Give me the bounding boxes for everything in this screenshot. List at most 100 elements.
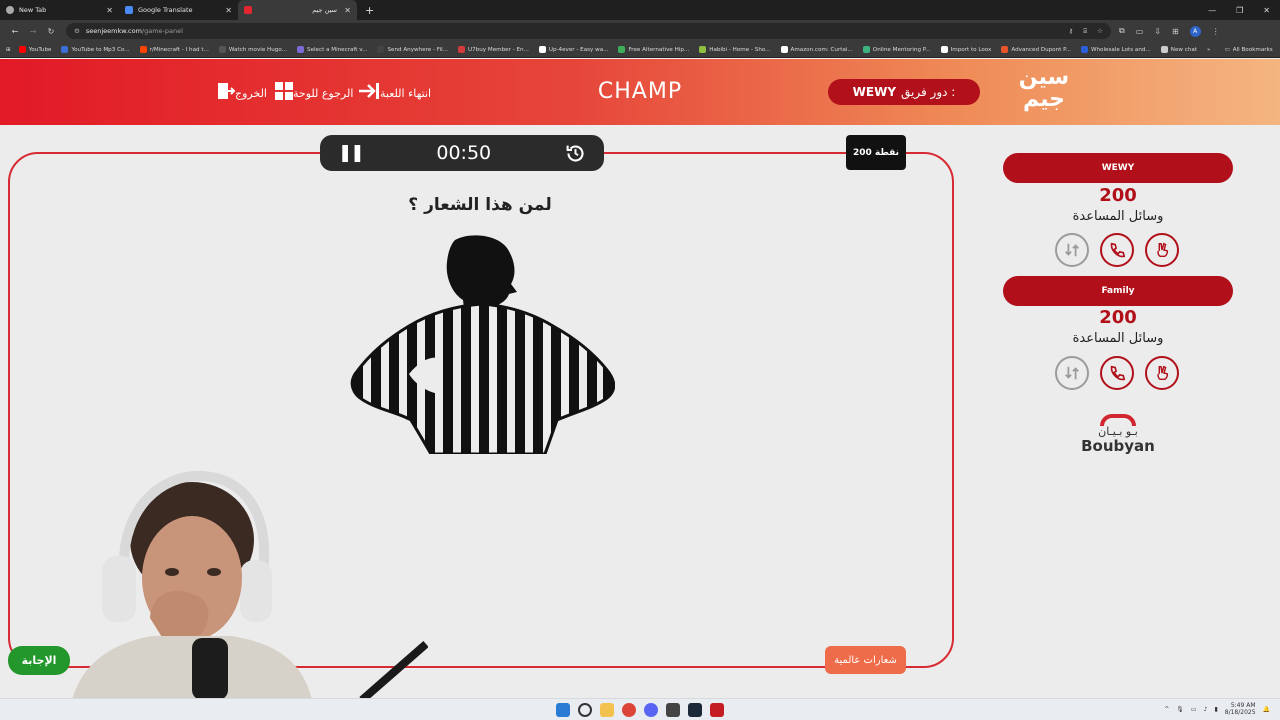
forward-icon[interactable]: → — [24, 27, 42, 36]
pause-icon[interactable]: ❚❚ — [338, 143, 364, 163]
url-path: /game-panel — [141, 27, 183, 35]
bookmark-item[interactable]: r/Minecraft - I had t... — [139, 46, 209, 53]
double-points-hand-icon[interactable] — [1145, 233, 1179, 267]
category-badge: شعارات عالمية — [825, 646, 906, 674]
tab-close-icon[interactable]: ✕ — [106, 6, 113, 15]
bookmark-item[interactable]: Up-4ever - Easy wa... — [538, 46, 609, 53]
search-icon[interactable] — [578, 703, 592, 717]
battery-icon[interactable]: ▮ — [1214, 706, 1217, 713]
swap-turn-icon[interactable] — [1055, 356, 1089, 390]
steam-icon[interactable] — [688, 703, 702, 717]
tab-close-icon[interactable]: ✕ — [225, 6, 232, 15]
browser-tab-active[interactable]: سين جيم ✕ — [238, 0, 357, 20]
windows-start-icon[interactable] — [556, 703, 570, 717]
minimize-icon[interactable]: — — [1208, 6, 1216, 15]
help-tools-label: وسائل المساعدة — [1072, 331, 1164, 346]
microphone-icon[interactable]: 🎙 — [1176, 706, 1184, 713]
bookmark-item[interactable]: Watch movie Hugo... — [218, 46, 287, 53]
downloads-icon[interactable]: ⇩ — [1154, 27, 1161, 36]
more-bookmarks-icon[interactable]: » — [1207, 47, 1210, 53]
help-tools-label: وسائل المساعدة — [1072, 209, 1164, 224]
system-tray: ^ 🎙 ▭ ♪ ▮ 5:49 AM 8/18/2025 🔔 — [1164, 702, 1270, 716]
call-friend-icon[interactable] — [1100, 233, 1134, 267]
volume-icon[interactable]: ♪ — [1204, 706, 1208, 713]
discord-icon[interactable] — [644, 703, 658, 717]
chrome-icon — [6, 6, 14, 14]
all-bookmarks[interactable]: ▭ All Bookmarks — [1224, 47, 1272, 53]
reset-timer-icon[interactable] — [565, 143, 586, 164]
game-header: الخروج الرجوع للوحة انتهاء اللعبة CHAMP … — [0, 59, 1280, 125]
windows-taskbar: ^ 🎙 ▭ ♪ ▮ 5:49 AM 8/18/2025 🔔 — [0, 698, 1280, 720]
ikea-founder-logo-image — [350, 235, 615, 454]
exit-door-icon — [217, 82, 236, 105]
bookmark-label: Online Mentoring P... — [872, 46, 931, 53]
network-icon[interactable]: ▭ — [1191, 706, 1197, 713]
bookmark-favicon-icon — [940, 46, 948, 53]
address-bar[interactable]: ⚙ seenjeemkw.com /game-panel ⚷ ⌸ ☆ — [66, 23, 1111, 39]
bookmark-item[interactable]: Select a Minecraft v... — [297, 46, 367, 53]
menu-icon[interactable]: ⋮ — [1212, 27, 1220, 36]
notifications-icon[interactable]: 🔔 — [1263, 706, 1270, 713]
bookmark-item[interactable]: U7buy Member - En... — [458, 46, 529, 53]
bookmark-item[interactable]: Wholesale Lots and... — [1080, 46, 1151, 53]
bookmark-label: Select a Minecraft v... — [307, 46, 368, 53]
bookmarks-bar: ⊞ YouTube YouTube to Mp3 Co... r/Minecraft… — [0, 42, 1280, 58]
bookmark-favicon-icon — [61, 46, 69, 53]
translate-page-icon[interactable]: ⌸ — [1083, 27, 1087, 36]
tray-chevron-icon[interactable]: ^ — [1164, 706, 1169, 713]
bookmark-item[interactable]: Advanced Dupont P... — [1001, 46, 1071, 53]
close-window-icon[interactable]: ✕ — [1263, 6, 1270, 15]
grid-icon — [275, 82, 293, 105]
extensions-icon[interactable]: ⧉ — [1119, 26, 1125, 36]
points-badge: 200 نقطة — [846, 135, 906, 170]
back-to-board-button[interactable]: الرجوع للوحة — [270, 82, 353, 105]
app-red-icon[interactable] — [710, 703, 724, 717]
bookmark-label: Habibi - Home - Sho... — [709, 46, 771, 53]
bookmark-label: YouTube — [28, 46, 52, 53]
double-points-hand-icon[interactable] — [1145, 356, 1179, 390]
bookmark-label: Amazon.com: Curtai... — [790, 46, 853, 53]
call-friend-icon[interactable] — [1100, 356, 1134, 390]
back-icon[interactable]: ← — [6, 27, 24, 36]
key-icon[interactable]: ⚷ — [1069, 27, 1074, 36]
bookmark-item[interactable]: YouTube — [18, 46, 52, 53]
bookmark-item[interactable]: Send Anywhere - Fil... — [377, 46, 448, 53]
profile-avatar[interactable]: A — [1189, 25, 1201, 37]
bookmark-item[interactable]: YouTube to Mp3 Co... — [61, 46, 130, 53]
page: New Tab ✕ Google Translate ✕ سين جيم ✕ +… — [0, 0, 1280, 720]
apps-grid-icon[interactable]: ⊞ — [6, 47, 11, 53]
new-tab-icon[interactable]: + — [365, 4, 374, 17]
sidebar-icon[interactable]: ▭ — [1136, 27, 1144, 36]
bookmark-item[interactable]: New chat — [1160, 46, 1197, 53]
browser-tab[interactable]: New Tab ✕ — [0, 0, 119, 20]
swap-turn-icon[interactable] — [1055, 233, 1089, 267]
chrome-icon[interactable] — [622, 703, 636, 717]
tab-close-icon[interactable]: ✕ — [344, 6, 351, 15]
site-info-icon[interactable]: ⚙ — [74, 27, 80, 35]
browser-tab[interactable]: Google Translate ✕ — [119, 0, 238, 20]
bookmark-item[interactable]: Habibi - Home - Sho... — [699, 46, 771, 53]
app-icon[interactable] — [666, 703, 680, 717]
reload-icon[interactable]: ↻ — [42, 27, 60, 36]
clock[interactable]: 5:49 AM 8/18/2025 — [1225, 702, 1256, 716]
seen-jeem-logo[interactable]: سين جيم — [1015, 67, 1073, 119]
bookmark-item[interactable]: Free Alternative Hip... — [618, 46, 689, 53]
apps-icon[interactable]: ⊞ — [1172, 27, 1179, 36]
bookmark-star-icon[interactable]: ☆ — [1097, 27, 1103, 36]
team-score: 200 — [1099, 185, 1137, 206]
bookmark-label: Free Alternative Hip... — [628, 46, 690, 53]
turn-prefix: دور فريق : — [901, 85, 956, 99]
end-game-button[interactable]: انتهاء اللعبة — [353, 82, 431, 105]
bookmark-item[interactable]: Import to Loox — [940, 46, 991, 53]
bookmark-item[interactable]: Amazon.com: Curtai... — [780, 46, 853, 53]
bookmark-item[interactable]: Online Mentoring P... — [862, 46, 931, 53]
translate-icon — [125, 6, 133, 14]
file-explorer-icon[interactable] — [600, 703, 614, 717]
bookmark-label: Up-4ever - Easy wa... — [548, 46, 609, 53]
back-to-board-label: الرجوع للوحة — [293, 87, 354, 100]
show-answer-button[interactable]: الإجابة — [8, 646, 70, 675]
restore-icon[interactable]: ❐ — [1236, 6, 1243, 15]
webcam-overlay — [72, 470, 428, 700]
folder-icon: ▭ — [1224, 46, 1230, 53]
exit-button[interactable]: الخروج — [212, 82, 267, 105]
